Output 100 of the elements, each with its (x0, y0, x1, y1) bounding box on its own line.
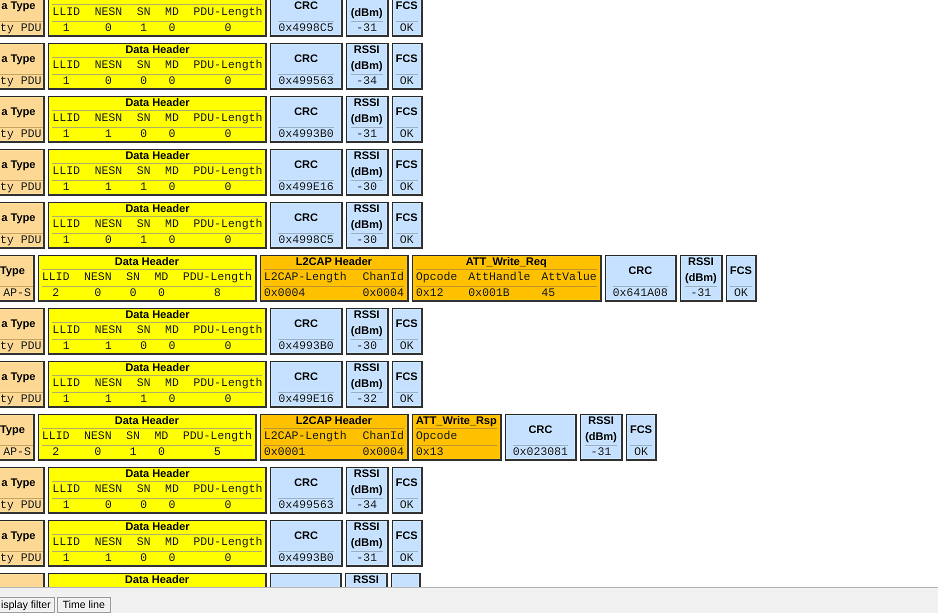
column-label: SN (126, 429, 140, 445)
column-value: 1 (140, 22, 148, 35)
column-label: SN (136, 376, 151, 392)
column-label: SN (136, 482, 151, 498)
column-value: 0 (94, 446, 102, 459)
column-value: 0 (224, 128, 232, 141)
column-value: ty PDU (0, 393, 42, 406)
column-label: MD (165, 164, 179, 180)
column-value: 0x0001 (264, 446, 306, 459)
section-title: CRC (528, 424, 552, 436)
column-value: 0 (224, 75, 232, 88)
column-value: 8 (214, 287, 221, 300)
column-label: PDU-Length (193, 535, 262, 551)
column-value: 0 (224, 234, 232, 247)
section-title: RSSI (354, 309, 380, 322)
section-title: CRC (294, 370, 318, 384)
section-title: FCS (396, 212, 418, 224)
column-label: MD (165, 323, 179, 339)
section-title: Type (0, 424, 25, 436)
column-value: OK (400, 499, 414, 512)
section-title: CRC (294, 318, 318, 330)
column-value: 0x499563 (278, 75, 334, 88)
column-label: SN (136, 111, 151, 127)
column-value: 0 (168, 340, 176, 353)
column-value: ty PDU (0, 128, 42, 141)
column-value: 0x13 (416, 446, 444, 459)
section-title: CRC (628, 264, 652, 278)
section-title: a Type (1, 530, 36, 542)
column-value: 1 (104, 552, 112, 565)
unit-label: (dBm) (684, 272, 717, 284)
column-label: LLID (52, 535, 80, 551)
column-label: NESN (94, 5, 122, 21)
section-title: FCS (396, 158, 418, 172)
column-label: SN (136, 164, 151, 180)
column-value: 1 (62, 552, 70, 565)
tab[interactable]: Time line (56, 597, 111, 613)
column-value: 0 (168, 393, 176, 406)
column-value: 0 (104, 234, 112, 247)
column-value: 0 (224, 552, 232, 565)
section-title: a Type (1, 212, 36, 224)
section-title: Data Header (125, 521, 190, 534)
column-label: NESN (94, 323, 122, 339)
column-value: 1 (104, 128, 112, 141)
column-value: ty PDU (0, 552, 42, 565)
column-value: 0 (224, 393, 232, 406)
section-title: a Type (1, 106, 36, 118)
column-value: 0 (168, 128, 176, 141)
column-value: 1 (140, 181, 148, 194)
unit-label: (dBm) (350, 484, 383, 496)
unit-label: (dBm) (585, 430, 617, 444)
column-value: -34 (356, 75, 377, 88)
column-value: ty PDU (0, 75, 42, 88)
column-value: 0x499E16 (278, 181, 334, 194)
column-value: 0x12 (416, 287, 444, 300)
column-label: Opcode (416, 270, 458, 286)
column-value: -31 (590, 446, 612, 459)
column-value: 0 (104, 22, 112, 35)
column-value: 0 (168, 75, 176, 88)
column-label: MD (165, 217, 179, 233)
column-label: NESN (84, 270, 112, 286)
column-value: AP-S (3, 287, 31, 300)
column-label: SN (126, 270, 140, 286)
unit-label: (dBm) (350, 218, 383, 232)
column-value: OK (400, 393, 414, 406)
column-value: 0 (168, 499, 176, 512)
section-title: Data Header (125, 203, 190, 216)
section-title: Data Header (125, 150, 190, 163)
column-label: LLID (52, 5, 80, 21)
column-value: 1 (62, 181, 70, 194)
column-label: Opcode (416, 429, 458, 445)
column-value: 0 (224, 340, 232, 353)
column-value: 0 (140, 128, 148, 141)
column-value: 1 (104, 393, 112, 406)
column-value: 0 (104, 499, 112, 512)
column-label: MD (165, 58, 179, 74)
column-label: PDU-Length (193, 376, 262, 392)
column-label: AttHandle (468, 270, 530, 286)
section-title: a Type (1, 476, 36, 490)
column-label: NESN (94, 164, 122, 180)
section-title: RSSI (588, 415, 614, 428)
column-value: OK (400, 181, 414, 194)
column-label: AttValue (541, 270, 597, 286)
column-label: LLID (42, 270, 70, 286)
column-value: 0 (158, 287, 165, 300)
section-title: CRC (294, 476, 318, 490)
column-value: ty PDU (0, 181, 42, 194)
column-value: -30 (356, 181, 377, 194)
tab[interactable]: isplay filter (0, 597, 55, 613)
column-value: 0x4998C5 (278, 234, 334, 247)
column-value: -30 (356, 340, 377, 353)
section-title: L2CAP Header (296, 256, 372, 269)
column-value: 0 (140, 499, 148, 512)
column-value: 0x641A08 (612, 287, 668, 300)
packet-type-cell (0, 573, 45, 587)
section-title: ATT_Write_Req (466, 256, 547, 269)
unit-label: (dBm) (350, 378, 383, 390)
column-value: 1 (62, 499, 70, 512)
column-value: -30 (356, 234, 377, 247)
column-label: MD (165, 376, 179, 392)
column-value: 0x0004 (264, 287, 306, 300)
